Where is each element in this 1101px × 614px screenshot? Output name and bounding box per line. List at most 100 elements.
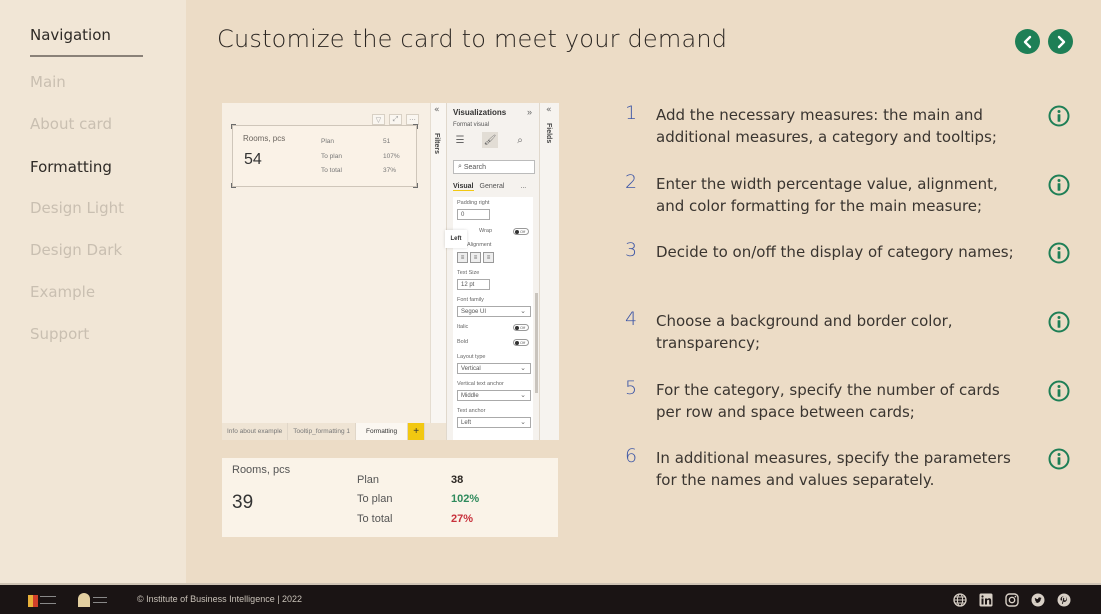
info-icon[interactable]	[1048, 448, 1070, 470]
example-row-value: 27%	[451, 513, 474, 525]
footer: © Institute of Business Intelligence | 2…	[0, 583, 1101, 614]
ibi-logo-text	[40, 596, 56, 604]
linkedin-icon[interactable]	[978, 592, 994, 608]
next-button[interactable]	[1048, 29, 1073, 54]
tab-more[interactable]: ...	[520, 183, 526, 191]
instagram-icon[interactable]	[1004, 592, 1020, 608]
example-row-label: Plan	[357, 474, 380, 486]
sidebar: Navigation Main About card Formatting De…	[0, 0, 186, 583]
text-size-input[interactable]: 12 pt	[457, 279, 490, 290]
chevron-down-icon: ⌄	[520, 419, 526, 426]
text-size-label: Text Size	[457, 270, 480, 276]
sidebar-item-about-card[interactable]: About card	[30, 115, 112, 133]
italic-toggle[interactable]: Off	[513, 324, 529, 331]
fields-pane[interactable]: « Fields	[539, 103, 559, 440]
step-text: Enter the width percentage value, alignm…	[656, 175, 998, 215]
step-text: Decide to on/off the display of category…	[656, 243, 1014, 261]
card-category: Rooms, pcs	[243, 134, 286, 143]
align-left-button[interactable]: ≡	[457, 252, 468, 263]
chevron-down-icon: ⌄	[520, 365, 526, 372]
analytics-icon[interactable]: ⌕	[512, 132, 528, 148]
tab-general[interactable]: General	[480, 183, 505, 191]
visual-header-toolbar: ▽ ⤢ ···	[372, 114, 419, 125]
tab-visual[interactable]: Visual	[453, 183, 474, 191]
build-visual-icon[interactable]: ☰	[452, 132, 468, 148]
page-tab-info[interactable]: Info about example	[222, 423, 289, 440]
sidebar-item-example[interactable]: Example	[30, 283, 95, 301]
social-links	[952, 592, 1072, 608]
step-number: 5	[625, 377, 638, 399]
step-text: Choose a background and border color, tr…	[656, 312, 953, 352]
info-icon[interactable]	[1048, 174, 1070, 196]
wrap-toggle[interactable]: Off	[513, 228, 529, 235]
example-row-label: To plan	[357, 493, 393, 505]
fields-label: Fields	[545, 123, 552, 144]
step-number: 3	[625, 239, 638, 261]
example-category: Rooms, pcs	[232, 464, 291, 476]
format-brush-icon[interactable]: 🖌	[482, 132, 498, 148]
copyright: © Institute of Business Intelligence | 2…	[137, 594, 303, 604]
example-main-value: 39	[232, 492, 254, 513]
vertical-anchor-select[interactable]: Middle ⌄	[457, 390, 531, 401]
sidebar-item-design-dark[interactable]: Design Dark	[30, 241, 122, 259]
alignment-buttons: ≡ ≡ ≡	[457, 252, 494, 263]
page-tab-tooltip[interactable]: Tooltip_formatting 1	[288, 423, 357, 440]
vertical-anchor-label: Vertical text anchor	[457, 381, 504, 387]
sidebar-item-main[interactable]: Main	[30, 73, 66, 91]
example-row-value: 38	[451, 474, 464, 486]
card-row-label: To plan	[321, 153, 342, 160]
step-text: Add the necessary measures: the main and…	[656, 106, 997, 146]
page-title: Customize the card to meet your demand	[217, 25, 728, 53]
wrap-label: Wrap	[479, 228, 493, 234]
info-icon[interactable]	[1048, 105, 1070, 127]
viz-mode-icons: ☰ 🖌 ⌕	[452, 132, 528, 148]
alignment-label: Alignment	[467, 242, 492, 248]
pinterest-icon[interactable]	[1056, 592, 1072, 608]
filters-pane[interactable]: « Filters	[430, 103, 446, 423]
text-anchor-select[interactable]: Left ⌄	[457, 417, 531, 428]
chevron-left-icon	[1023, 35, 1031, 48]
bold-toggle[interactable]: Off	[513, 339, 529, 346]
info-icon[interactable]	[1048, 311, 1070, 333]
padding-right-input[interactable]: 0	[457, 209, 490, 220]
step-number: 1	[625, 102, 638, 124]
card-row-label: To total	[321, 167, 342, 174]
focus-mode-icon[interactable]: ⤢	[389, 114, 402, 125]
expand-icon[interactable]: »	[527, 107, 532, 117]
sidebar-item-formatting[interactable]: Formatting	[30, 158, 112, 176]
align-right-button[interactable]: ≡	[483, 252, 494, 263]
card-visual[interactable]: Rooms, pcs 54 Plan 51 To plan 107% To to…	[231, 124, 418, 188]
scrollbar[interactable]	[535, 293, 538, 393]
twitter-icon[interactable]	[1030, 592, 1046, 608]
italic-label: Italic	[457, 324, 469, 330]
info-icon[interactable]	[1048, 380, 1070, 402]
add-page-button[interactable]: +	[408, 423, 426, 440]
format-tabs: Visual General ...	[453, 183, 526, 191]
card-row-label: Plan	[321, 138, 335, 145]
nav-title: Navigation	[30, 26, 111, 44]
example-row-value: 102%	[451, 493, 480, 505]
tooltip: Left	[445, 230, 467, 248]
globe-icon[interactable]	[952, 592, 968, 608]
search-input[interactable]: ⌕ Search	[453, 160, 535, 174]
filter-icon[interactable]: ▽	[372, 114, 385, 125]
visualizations-title: Visualizations	[453, 108, 507, 117]
step-number: 2	[625, 171, 638, 193]
collapse-icon[interactable]: «	[546, 105, 552, 115]
page-tab-formatting[interactable]: Formatting	[356, 423, 409, 440]
sidebar-item-design-light[interactable]: Design Light	[30, 199, 124, 217]
prev-button[interactable]	[1015, 29, 1040, 54]
card-row-value: 51	[383, 138, 391, 145]
nav-divider	[30, 55, 143, 57]
powerbi-screenshot: ▽ ⤢ ··· Rooms, pcs 54 Plan 51 To plan 10…	[222, 103, 559, 440]
sidebar-item-support[interactable]: Support	[30, 325, 89, 343]
ibi-logo	[28, 595, 38, 607]
layout-type-label: Layout type	[457, 354, 486, 360]
layout-type-select[interactable]: Vertical ⌄	[457, 363, 531, 374]
align-center-button[interactable]: ≡	[470, 252, 481, 263]
filters-label: Filters	[433, 133, 440, 155]
info-icon[interactable]	[1048, 242, 1070, 264]
font-family-select[interactable]: Segoe UI ⌄	[457, 306, 531, 317]
card-row-value: 107%	[383, 153, 400, 160]
collapse-icon[interactable]: «	[434, 105, 440, 115]
